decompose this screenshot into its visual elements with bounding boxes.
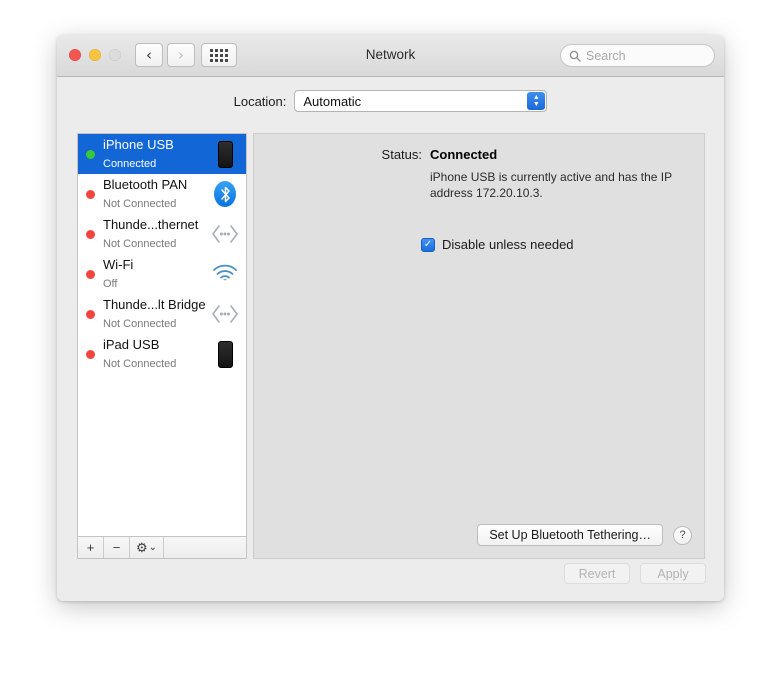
iphone-icon (210, 138, 240, 170)
window-titlebar: ‹ › Network Search (57, 35, 724, 77)
network-services-list[interactable]: iPhone USB Connected Bluetooth PAN Not C… (77, 133, 247, 536)
search-input[interactable]: Search (560, 44, 715, 67)
service-status: Connected (103, 158, 157, 170)
bluetooth-glyph-icon (220, 186, 230, 202)
sidebar-item-ipad-usb[interactable]: iPad USB Not Connected (78, 334, 246, 374)
revert-button: Revert (564, 563, 630, 584)
location-dropdown[interactable]: Automatic ▲ ▼ (294, 90, 548, 112)
gear-icon: ⚙ (135, 539, 148, 555)
location-value: Automatic (303, 93, 362, 109)
status-badge: Connected (430, 147, 498, 162)
wifi-icon (210, 258, 240, 290)
ipad-icon (210, 338, 240, 370)
tethering-button-label: Set Up Bluetooth Tethering… (489, 528, 651, 542)
status-dot-green (86, 149, 95, 159)
apply-label: Apply (657, 566, 689, 581)
thunderbolt-icon (210, 298, 240, 330)
status-dot-red (86, 349, 95, 359)
disable-unless-needed-label: Disable unless needed (442, 237, 574, 252)
chevron-updown-icon: ▲ ▼ (527, 92, 546, 110)
thunderbolt-icon (210, 218, 240, 250)
service-status: Not Connected (103, 358, 177, 370)
status-dot-red (86, 229, 95, 239)
chevron-down-icon: ▼ (532, 101, 540, 108)
bluetooth-icon (210, 178, 240, 210)
service-status: Off (103, 278, 118, 290)
panel-actions: Set Up Bluetooth Tethering… ? (477, 524, 692, 546)
service-status: Not Connected (103, 238, 177, 250)
service-status: Not Connected (103, 198, 177, 210)
search-placeholder: Search (586, 48, 626, 63)
service-name: Bluetooth PAN (103, 177, 188, 192)
disable-unless-needed-row[interactable]: ✓ Disable unless needed (421, 237, 574, 252)
service-name: iPhone USB (103, 137, 174, 152)
chevron-up-icon: ▲ (532, 94, 540, 101)
set-up-bluetooth-tethering-button[interactable]: Set Up Bluetooth Tethering… (477, 524, 663, 546)
minus-icon: − (112, 540, 121, 555)
sidebar-item-wi-fi[interactable]: Wi-Fi Off (78, 254, 246, 294)
service-detail-panel: Status: Connected iPhone USB is currentl… (253, 133, 705, 559)
disable-unless-needed-checkbox[interactable]: ✓ (421, 237, 435, 252)
services-toolbar: + − ⚙ ⌄ (77, 536, 247, 559)
status-dot-red (86, 269, 95, 279)
checkmark-icon: ✓ (423, 238, 433, 250)
sidebar-item-bluetooth-pan[interactable]: Bluetooth PAN Not Connected (78, 174, 246, 214)
service-name: Wi-Fi (103, 257, 134, 272)
search-icon (569, 50, 581, 62)
chevron-down-icon: ⌄ (148, 542, 158, 553)
question-mark-icon: ? (679, 529, 686, 541)
help-button[interactable]: ? (673, 525, 692, 545)
add-service-button[interactable]: + (78, 537, 104, 558)
service-name: Thunde...thernet (103, 217, 199, 232)
status-dot-red (86, 309, 95, 319)
plus-icon: + (86, 540, 95, 555)
service-actions-menu-button[interactable]: ⚙ ⌄ (130, 537, 164, 558)
remove-service-button[interactable]: − (104, 537, 130, 558)
service-name: Thunde...lt Bridge (103, 297, 206, 312)
status-label: Status: (381, 147, 422, 162)
status-dot-red (86, 189, 95, 199)
apply-button: Apply (640, 563, 706, 584)
revert-label: Revert (578, 566, 616, 581)
window-footer: Revert Apply (564, 563, 706, 584)
sidebar-item-thunderbolt-bridge[interactable]: Thunde...lt Bridge Not Connected (78, 294, 246, 334)
network-preferences-window: ‹ › Network Search Location: Automatic ▲… (57, 35, 724, 601)
location-row: Location: Automatic ▲ ▼ (57, 90, 724, 112)
status-description: iPhone USB is currently active and has t… (430, 170, 672, 200)
service-name: iPad USB (103, 337, 160, 352)
service-status: Not Connected (103, 318, 177, 330)
location-label: Location: (233, 93, 287, 109)
sidebar-item-thunderbolt-ethernet[interactable]: Thunde...thernet Not Connected (78, 214, 246, 254)
sidebar-item-iphone-usb[interactable]: iPhone USB Connected (78, 134, 246, 174)
